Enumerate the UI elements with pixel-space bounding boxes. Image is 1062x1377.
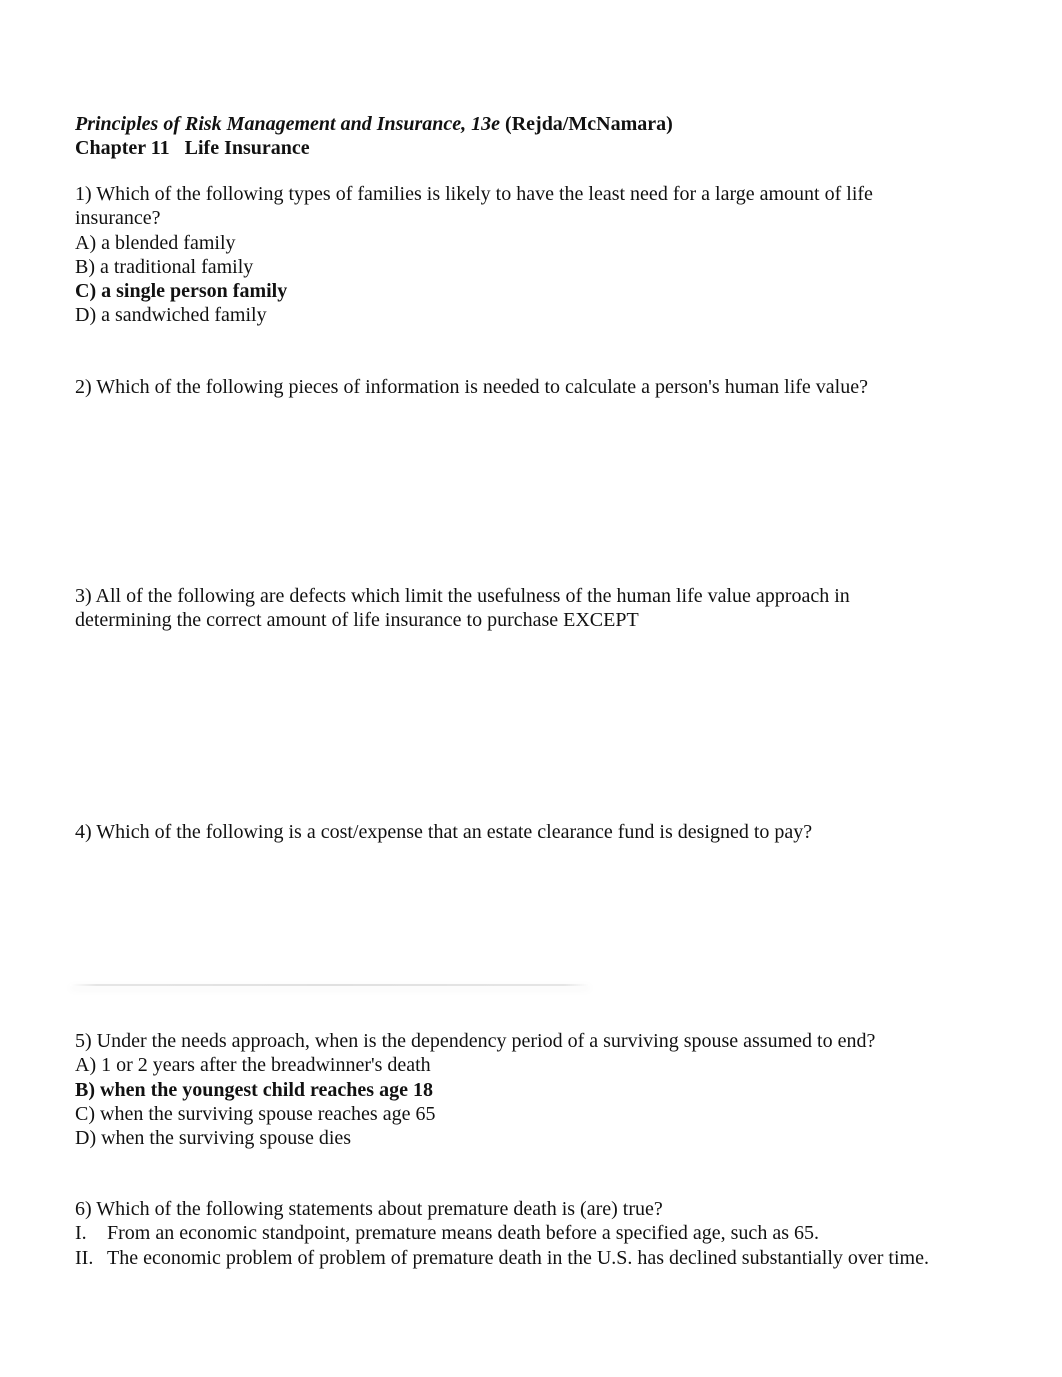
question-text: 6) Which of the following statements abo… [75, 1198, 663, 1220]
question-text: 2) Which of the following pieces of info… [75, 376, 868, 398]
correct-answer-option: B) when the youngest child reaches age 1… [75, 1078, 433, 1101]
statement-text: The economic problem of problem of prema… [107, 1246, 929, 1269]
question-text: 4) Which of the following is a cost/expe… [75, 821, 813, 843]
statement-text: From an economic standpoint, premature m… [107, 1222, 819, 1245]
book-title-line: Principles of Risk Management and Insura… [75, 112, 673, 136]
question-text: 5) Under the needs approach, when is the… [75, 1030, 876, 1052]
statement-number: I. [75, 1222, 87, 1245]
question-text: 3) All of the following are defects whic… [75, 585, 850, 632]
question-2: 2) Which of the following pieces of info… [75, 375, 975, 399]
correct-answer-option: C) a single person family [75, 280, 288, 303]
answer-option: B) a traditional family [75, 255, 254, 278]
answer-option: D) a sandwiched family [75, 304, 267, 327]
answer-option: D) when the surviving spouse dies [75, 1127, 352, 1150]
statement-number: II. [75, 1246, 94, 1269]
question-1: 1) Which of the following types of famil… [75, 182, 955, 328]
authors: (Rejda/McNamara) [505, 113, 673, 135]
chapter-title: Chapter 11 Life Insurance [75, 137, 310, 160]
document-header: Principles of Risk Management and Insura… [75, 112, 673, 161]
answer-option: A) 1 or 2 years after the breadwinner's … [75, 1054, 431, 1077]
question-text: 1) Which of the following types of famil… [75, 183, 873, 230]
question-3: 3) All of the following are defects whic… [75, 584, 935, 633]
statement-item: I. From an economic standpoint, prematur… [75, 1221, 1035, 1245]
question-5: 5) Under the needs approach, when is the… [75, 1029, 975, 1150]
answer-option: A) a blended family [75, 231, 236, 254]
section-divider [70, 984, 590, 986]
question-6: 6) Which of the following statements abo… [75, 1197, 1035, 1270]
answer-option: C) when the surviving spouse reaches age… [75, 1102, 436, 1125]
book-title: Principles of Risk Management and Insura… [75, 113, 501, 135]
question-4: 4) Which of the following is a cost/expe… [75, 820, 975, 844]
statement-item: II. The economic problem of problem of p… [75, 1246, 1035, 1270]
